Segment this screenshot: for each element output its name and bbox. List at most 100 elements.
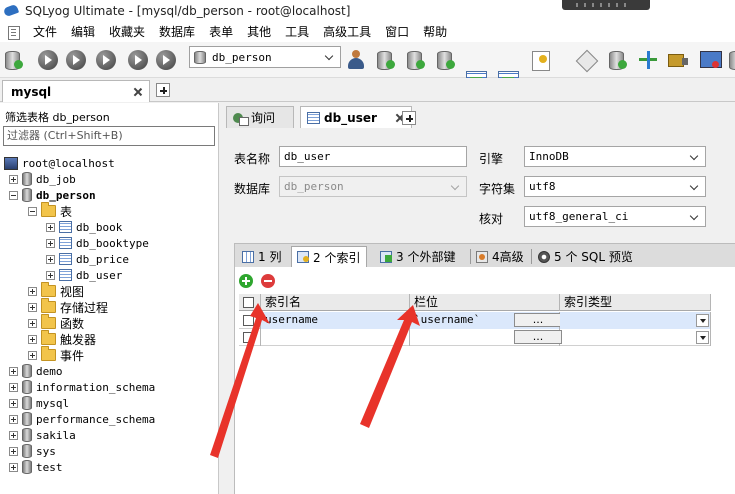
index-name-cell[interactable] bbox=[261, 329, 410, 346]
expand-icon[interactable] bbox=[28, 350, 37, 360]
expand-icon[interactable] bbox=[46, 238, 55, 248]
stop-query-icon[interactable] bbox=[126, 49, 150, 71]
create-database-icon[interactable] bbox=[374, 49, 398, 71]
restore-database-icon[interactable] bbox=[434, 49, 458, 71]
index-type-cell[interactable] bbox=[560, 329, 711, 346]
data-sync-icon[interactable] bbox=[636, 49, 660, 71]
tab-table-db-user[interactable]: db_user bbox=[300, 106, 412, 128]
tab-sql-preview[interactable]: 5 个 SQL 预览 bbox=[533, 246, 639, 267]
schema-designer-icon[interactable] bbox=[574, 49, 598, 71]
tree-db-performance-schema[interactable]: performance_schema bbox=[9, 411, 155, 427]
index-type-dropdown-icon[interactable] bbox=[696, 314, 709, 327]
menu-other[interactable]: 其他 bbox=[240, 22, 278, 42]
expand-icon[interactable] bbox=[9, 398, 18, 408]
expand-icon[interactable] bbox=[28, 302, 37, 312]
choose-columns-button[interactable]: ... bbox=[514, 313, 562, 327]
expand-icon[interactable] bbox=[9, 462, 18, 472]
tree-db-information-schema[interactable]: information_schema bbox=[9, 379, 155, 395]
charset-select[interactable]: utf8 bbox=[524, 176, 706, 197]
row-checkbox[interactable] bbox=[243, 332, 254, 343]
menu-edit[interactable]: 编辑 bbox=[64, 22, 102, 42]
select-all-checkbox[interactable] bbox=[243, 297, 254, 308]
table-row[interactable]: username `username` ... bbox=[239, 312, 711, 329]
menu-favorites[interactable]: 收藏夹 bbox=[102, 22, 152, 42]
tree-db-test[interactable]: test bbox=[9, 459, 63, 475]
new-connection-icon[interactable] bbox=[2, 49, 26, 71]
new-editor-tab-button[interactable] bbox=[402, 111, 416, 125]
job-agent-icon[interactable] bbox=[698, 49, 722, 71]
tree-table-db-price[interactable]: db_price bbox=[46, 251, 129, 267]
menu-database[interactable]: 数据库 bbox=[152, 22, 202, 42]
collapse-icon[interactable] bbox=[9, 190, 18, 200]
expand-icon[interactable] bbox=[28, 286, 37, 296]
tab-advanced[interactable]: 4高级 bbox=[471, 246, 530, 267]
tree-table-db-booktype[interactable]: db_booktype bbox=[46, 235, 149, 251]
row-checkbox[interactable] bbox=[243, 315, 254, 326]
expand-icon[interactable] bbox=[28, 318, 37, 328]
header-columns[interactable]: 栏位 bbox=[410, 294, 560, 311]
execute-query-icon[interactable] bbox=[36, 49, 60, 71]
expand-icon[interactable] bbox=[9, 414, 18, 424]
execute-all-icon[interactable] bbox=[64, 49, 88, 71]
tab-columns[interactable]: 1 列 bbox=[237, 246, 287, 267]
expand-icon[interactable] bbox=[46, 254, 55, 264]
engine-select[interactable]: InnoDB bbox=[524, 146, 706, 167]
tree-db-job[interactable]: db_job bbox=[9, 171, 76, 187]
header-index-name[interactable]: 索引名 bbox=[261, 294, 410, 311]
index-name-cell[interactable]: username bbox=[261, 312, 410, 329]
table-row[interactable]: ... bbox=[239, 329, 711, 346]
manage-indexes-icon[interactable] bbox=[528, 49, 552, 71]
menu-window[interactable]: 窗口 bbox=[378, 22, 416, 42]
menu-tools[interactable]: 工具 bbox=[278, 22, 316, 42]
expand-icon[interactable] bbox=[9, 174, 18, 184]
menu-file[interactable]: 文件 bbox=[26, 22, 64, 42]
tree-db-demo[interactable]: demo bbox=[9, 363, 63, 379]
row-select-cell[interactable] bbox=[239, 329, 261, 346]
collation-select[interactable]: utf8_general_ci bbox=[524, 206, 706, 227]
tree-db-mysql[interactable]: mysql bbox=[9, 395, 69, 411]
document-menu-icon[interactable] bbox=[6, 25, 22, 40]
database-selector[interactable]: db_person bbox=[189, 46, 341, 68]
tree-functions-folder[interactable]: 函数 bbox=[28, 314, 84, 331]
select-all-cell[interactable] bbox=[239, 294, 261, 311]
tree-triggers-folder[interactable]: 触发器 bbox=[28, 330, 96, 347]
expand-icon[interactable] bbox=[9, 430, 18, 440]
row-select-cell[interactable] bbox=[239, 312, 261, 329]
refresh-icon[interactable] bbox=[154, 49, 178, 71]
user-manager-icon[interactable] bbox=[344, 49, 368, 71]
header-index-type[interactable]: 索引类型 bbox=[560, 294, 711, 311]
tree-table-db-book[interactable]: db_book bbox=[46, 219, 122, 235]
import-external-icon[interactable] bbox=[666, 49, 690, 71]
tree-db-sys[interactable]: sys bbox=[9, 443, 56, 459]
tree-table-db-user[interactable]: db_user bbox=[46, 267, 122, 283]
schema-sync-icon[interactable] bbox=[606, 49, 630, 71]
tree-root[interactable]: root@localhost bbox=[4, 155, 115, 171]
execute-edit-icon[interactable] bbox=[94, 49, 118, 71]
menu-table[interactable]: 表单 bbox=[202, 22, 240, 42]
table-name-input[interactable]: db_user bbox=[279, 146, 467, 167]
index-type-cell[interactable] bbox=[560, 312, 711, 329]
menu-advanced-tools[interactable]: 高级工具 bbox=[316, 22, 378, 42]
tree-views-folder[interactable]: 视图 bbox=[28, 282, 84, 299]
expand-icon[interactable] bbox=[28, 334, 37, 344]
index-type-dropdown-icon[interactable] bbox=[696, 331, 709, 344]
tab-foreign-keys[interactable]: 3 个外部键 bbox=[375, 246, 461, 267]
tab-indexes[interactable]: 2 个索引 bbox=[291, 246, 368, 267]
tree-db-sakila[interactable]: sakila bbox=[9, 427, 76, 443]
backup-database-icon[interactable] bbox=[404, 49, 428, 71]
more-tools-icon[interactable] bbox=[726, 49, 735, 71]
tree-events-folder[interactable]: 事件 bbox=[28, 346, 84, 363]
add-index-button[interactable] bbox=[239, 274, 253, 288]
filter-input[interactable]: 过滤器 (Ctrl+Shift+B) bbox=[3, 126, 215, 146]
choose-columns-button[interactable]: ... bbox=[514, 330, 562, 344]
tree-tables-folder[interactable]: 表 bbox=[28, 202, 72, 219]
menu-help[interactable]: 帮助 bbox=[416, 22, 454, 42]
expand-icon[interactable] bbox=[46, 270, 55, 280]
tab-query[interactable]: 询问 bbox=[226, 106, 294, 128]
tree-procedures-folder[interactable]: 存储过程 bbox=[28, 298, 108, 315]
delete-index-button[interactable] bbox=[261, 274, 275, 288]
tree-db-person[interactable]: db_person bbox=[9, 187, 96, 203]
new-connection-tab-button[interactable] bbox=[156, 83, 170, 97]
connection-tab-mysql[interactable]: mysql bbox=[2, 80, 150, 102]
expand-icon[interactable] bbox=[46, 222, 55, 232]
